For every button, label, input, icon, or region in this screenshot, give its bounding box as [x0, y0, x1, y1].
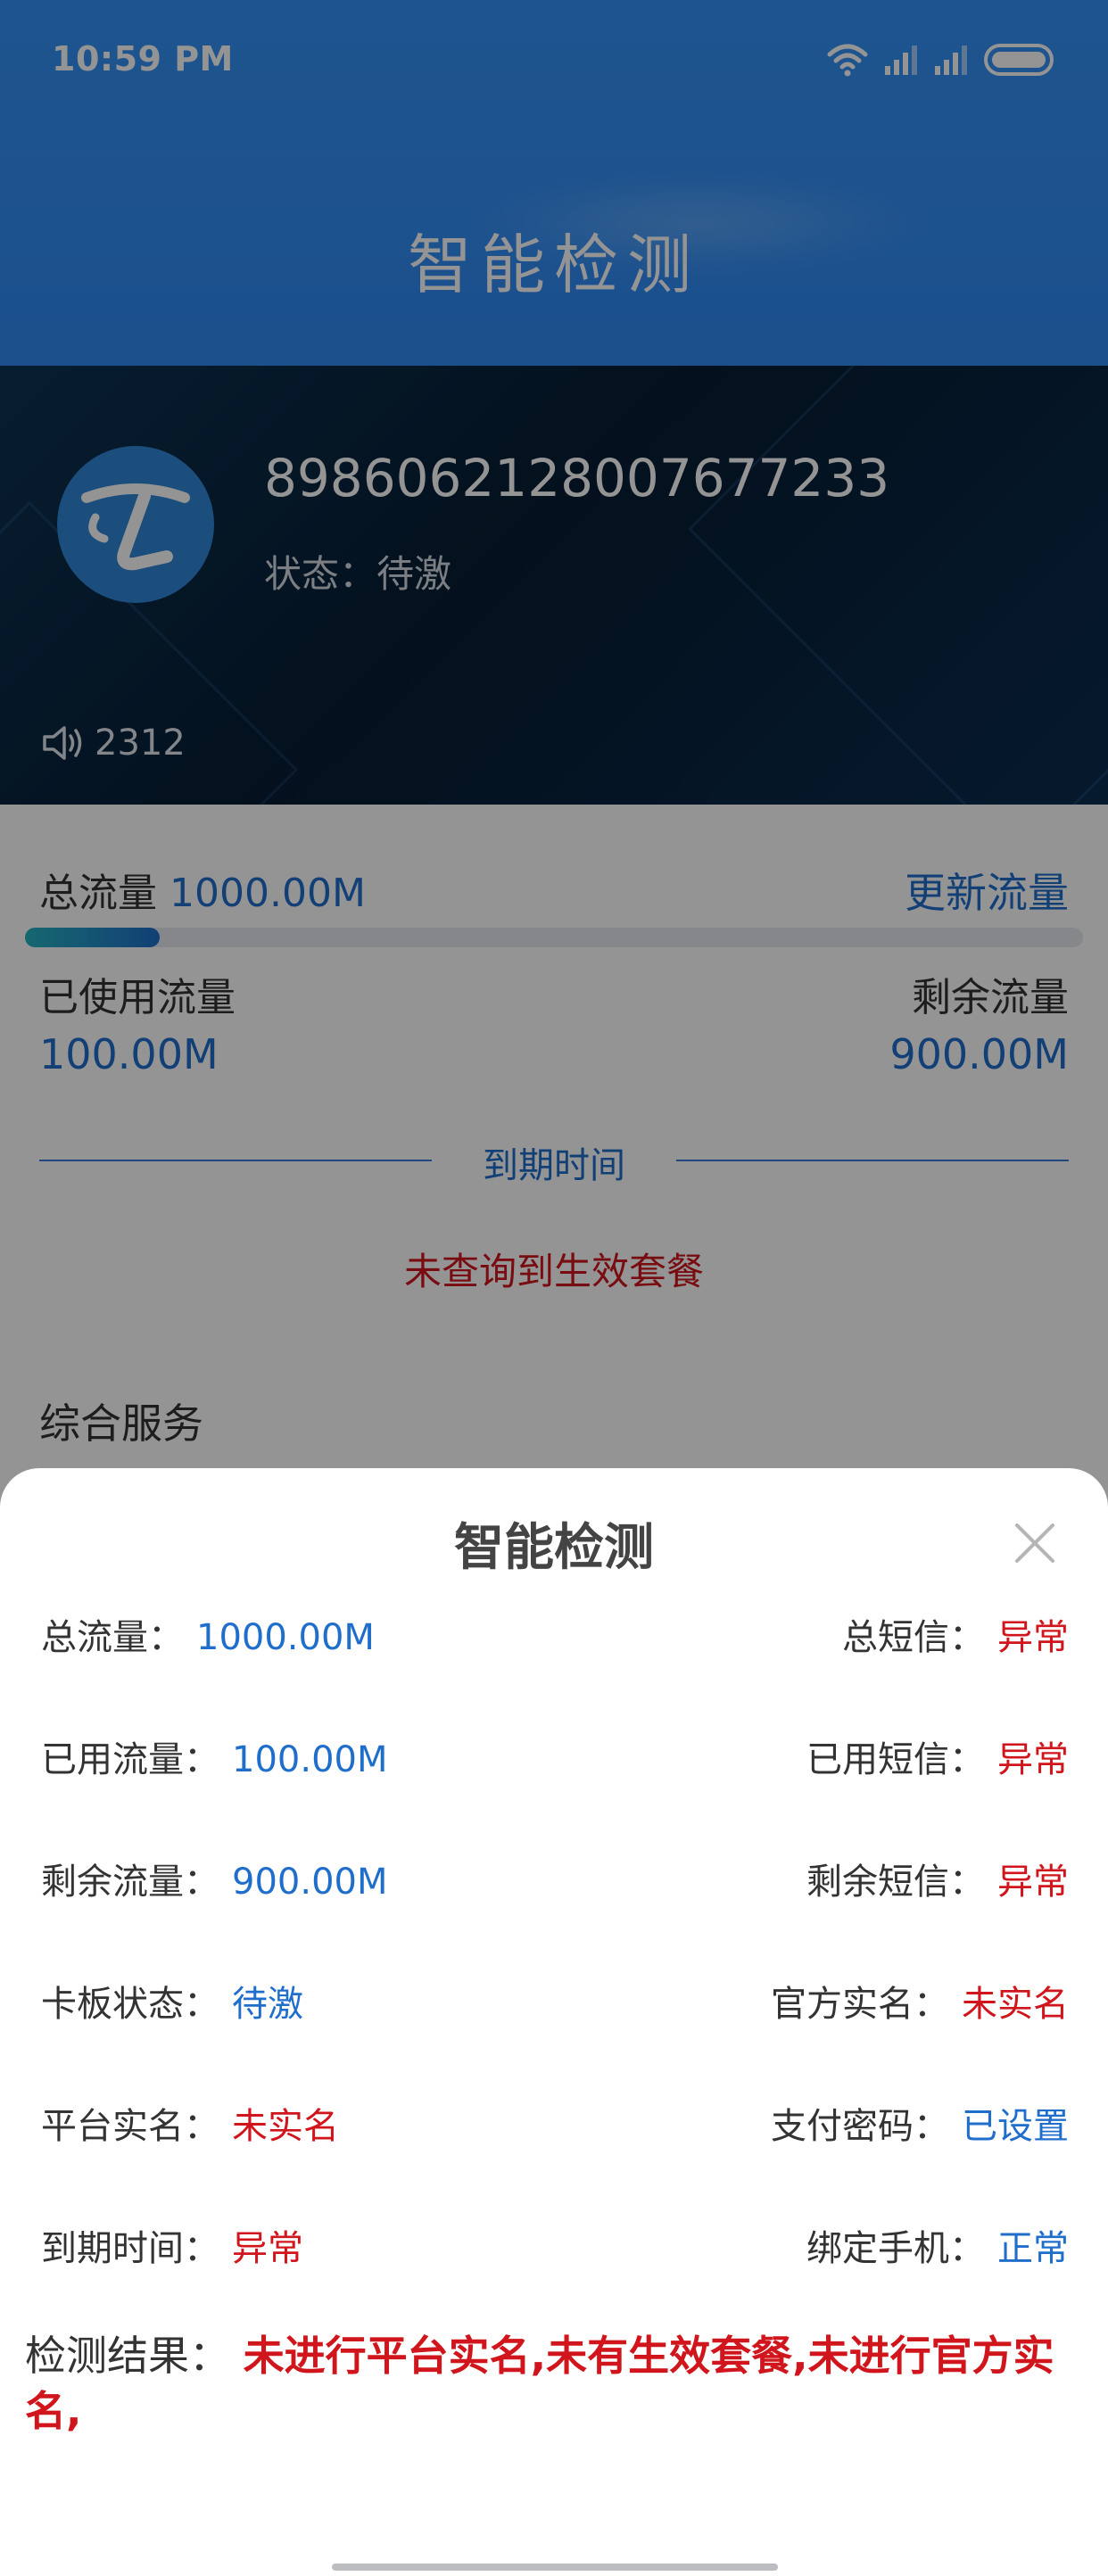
sheet-row-right: 支付密码： 已设置 — [771, 2097, 1069, 2149]
row-left-label: 已用流量： — [41, 1739, 219, 1780]
close-icon — [1015, 1523, 1054, 1563]
row-left-label: 平台实名： — [41, 2106, 219, 2147]
sheet-row-right: 绑定手机： 正常 — [806, 2219, 1069, 2271]
row-right-label: 绑定手机： — [806, 2228, 985, 2269]
row-left-value: 待激 — [232, 1984, 303, 2025]
row-left-value: 异常 — [232, 2228, 303, 2269]
sheet-row-left: 剩余流量： 900.00M — [41, 1853, 387, 1904]
row-left-label: 卡板状态： — [41, 1984, 219, 2025]
row-right-value: 异常 — [997, 1739, 1069, 1780]
row-left-value: 100.00M — [232, 1739, 388, 1780]
row-right-label: 官方实名： — [771, 1984, 949, 2025]
close-button[interactable] — [1008, 1516, 1062, 1570]
detection-result: 检测结果： 未进行平台实名,未有生效套餐,未进行官方实名, — [25, 2328, 1087, 2439]
row-right-label: 剩余短信： — [806, 1862, 985, 1903]
row-right-label: 已用短信： — [806, 1739, 985, 1780]
row-left-label: 剩余流量： — [41, 1862, 219, 1903]
row-right-value: 异常 — [997, 1862, 1069, 1903]
row-left-value: 未实名 — [232, 2106, 339, 2147]
row-left-value: 900.00M — [232, 1862, 388, 1903]
sheet-row-left: 卡板状态： 待激 — [41, 1975, 303, 2027]
row-left-value: 1000.00M — [196, 1617, 375, 1658]
sheet-row-right: 剩余短信： 异常 — [806, 1853, 1069, 1904]
sheet-row-right: 总短信： 异常 — [842, 1608, 1069, 1660]
row-right-value: 未实名 — [962, 1984, 1069, 2025]
row-right-value: 已设置 — [962, 2106, 1069, 2147]
row-right-value: 正常 — [997, 2228, 1069, 2269]
row-left-label: 到期时间： — [41, 2228, 219, 2269]
row-left-label: 总流量： — [41, 1617, 184, 1658]
sheet-row-right: 已用短信： 异常 — [806, 1730, 1069, 1782]
sheet-row-left: 到期时间： 异常 — [41, 2219, 303, 2271]
sheet-title: 智能检测 — [454, 1519, 654, 1577]
row-right-label: 支付密码： — [771, 2106, 949, 2147]
sheet-row-right: 官方实名： 未实名 — [771, 1975, 1069, 2027]
sheet-row-left: 平台实名： 未实名 — [41, 2097, 339, 2149]
home-indicator[interactable] — [332, 2564, 778, 2571]
row-right-value: 异常 — [997, 1617, 1069, 1658]
row-right-label: 总短信： — [842, 1617, 985, 1658]
sheet-row-left: 已用流量： 100.00M — [41, 1730, 387, 1782]
sheet-row-left: 总流量： 1000.00M — [41, 1608, 375, 1660]
result-label: 检测结果： — [25, 2332, 230, 2380]
